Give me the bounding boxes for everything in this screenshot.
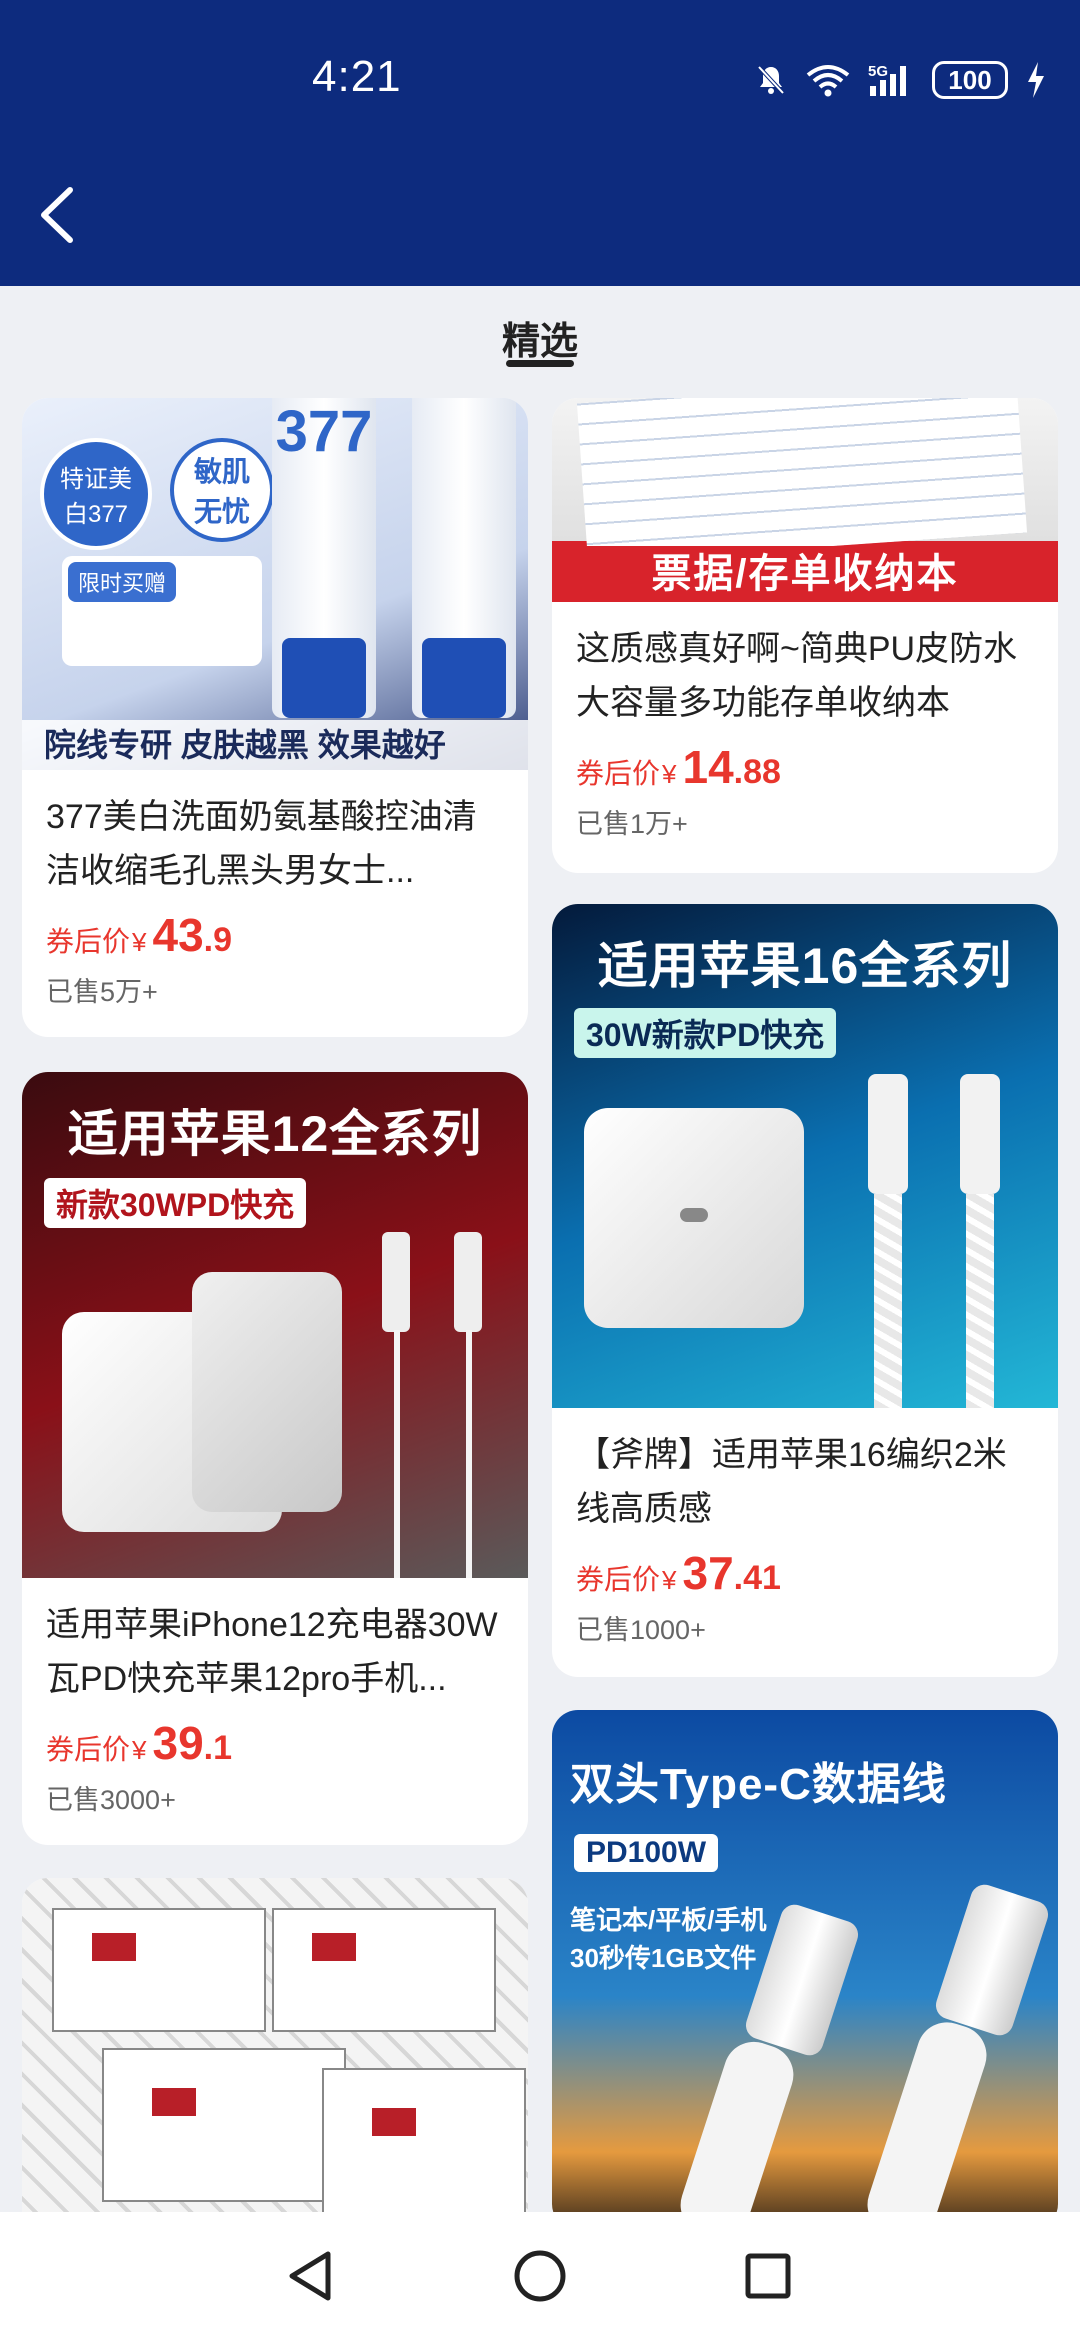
receipt-paper (576, 398, 1028, 564)
product-image: 适用苹果16全系列 30W新款PD快充 (552, 904, 1058, 1408)
product-name: 【斧牌】适用苹果16编织2米线高质感 (576, 1436, 1007, 1528)
image-tag: 30W新款PD快充 (574, 1008, 837, 1058)
sold-count: 已售5万+ (46, 977, 158, 1007)
cable-plug-1 (382, 1232, 410, 1332)
usb-c-plug-2 (932, 1881, 1052, 2039)
top-header: 4:21 5G 100 (0, 0, 1080, 286)
status-icons: 5G 100 (754, 58, 1046, 102)
back-arrow-icon[interactable] (30, 180, 90, 250)
gift-box: 限时买赠 (62, 556, 262, 666)
sold-count: 已售1万+ (576, 809, 688, 839)
badge-sensitive: 敏肌无忧 (170, 438, 274, 542)
product-image: 特证美白377 敏肌无忧 限时买赠 377 院线专研 皮肤越黑 效果越好 (22, 398, 528, 770)
badge-whitening: 特证美白377 (40, 438, 152, 550)
image-line-1: 笔记本/平板/手机 (570, 1905, 767, 1935)
cable-plug-2 (960, 1074, 1000, 1194)
product-name: 这质感真好啊~简典PU皮防水大容量多功能存单收纳本 (576, 630, 1018, 722)
price-decimal: .41 (733, 1559, 781, 1597)
sold-count: 已售3000+ (46, 1785, 176, 1815)
product-info: 【斧牌】适用苹果16编织2米线高质感 券后价 ¥ 37 .41 已售1000+ (552, 1408, 1058, 1677)
price-label: 券后价 (576, 1564, 661, 1595)
image-line-2: 30秒传1GB文件 (570, 1943, 757, 1973)
price-decimal: .9 (203, 921, 233, 959)
charger (584, 1108, 804, 1328)
product-info: 适用苹果iPhone12充电器30W瓦PD快充苹果12pro手机... 券后价 … (22, 1578, 528, 1845)
price-decimal: .88 (733, 753, 781, 791)
price-integer: 39 (152, 1717, 204, 1769)
product-info: 377美白洗面奶氨基酸控油清洁收缩毛孔黑头男女士... 券后价 ¥ 43 .9 … (22, 770, 528, 1037)
product-image (22, 1878, 528, 2212)
tube-left: 377 (272, 398, 376, 718)
cable-plug-2 (454, 1232, 482, 1332)
sold-count: 已售1000+ (576, 1615, 706, 1645)
product-image: 票据/存单收纳本 (552, 398, 1058, 602)
price-row: 券后价 ¥ 43 .9 (46, 908, 504, 962)
price-row: 券后价 ¥ 14 .88 (576, 740, 1034, 794)
price-label: 券后价 (46, 1734, 131, 1765)
nav-recents-icon[interactable] (740, 2246, 796, 2306)
nav-back-icon[interactable] (282, 2246, 338, 2306)
mute-icon (757, 65, 785, 95)
price-row: 券后价 ¥ 39 .1 (46, 1716, 504, 1770)
charging-icon (1028, 62, 1044, 98)
product-image: 适用苹果12全系列 新款30WPD快充 (22, 1072, 528, 1578)
image-banner: 票据/存单收纳本 (552, 546, 1058, 602)
price-row: 券后价 ¥ 37 .41 (576, 1546, 1034, 1600)
price-integer: 43 (152, 909, 204, 961)
tube-right (412, 398, 516, 718)
product-info: 这质感真好啊~简典PU皮防水大容量多功能存单收纳本 券后价 ¥ 14 .88 已… (552, 602, 1058, 873)
status-time: 4:21 (312, 52, 402, 101)
tab-indicator (506, 360, 574, 367)
tube-label: 377 (275, 399, 373, 464)
image-headline: 适用苹果12全系列 (67, 1106, 483, 1162)
product-name: 适用苹果iPhone12充电器30W瓦PD快充苹果12pro手机... (46, 1606, 498, 1698)
price-label: 券后价 (46, 926, 131, 957)
tab-featured[interactable]: 精选 (0, 310, 1080, 365)
image-tag: PD100W (574, 1834, 719, 1872)
cable-plug-1 (868, 1074, 908, 1194)
charger-back (192, 1272, 342, 1512)
product-card[interactable]: 票据/存单收纳本 这质感真好啊~简典PU皮防水大容量多功能存单收纳本 券后价 ¥… (552, 398, 1058, 873)
product-card[interactable]: 特证美白377 敏肌无忧 限时买赠 377 院线专研 皮肤越黑 效果越好 377… (22, 398, 528, 1037)
price-decimal: .1 (203, 1729, 233, 1767)
svg-text:5G: 5G (868, 63, 888, 80)
image-headline: 双头Type-C数据线 (570, 1760, 947, 1809)
currency: ¥ (662, 759, 677, 789)
image-headline: 适用苹果16全系列 (597, 938, 1013, 994)
product-card[interactable]: 双头Type-C数据线 PD100W 笔记本/平板/手机 30秒传1GB文件 (552, 1710, 1058, 2212)
product-feed[interactable]: 特证美白377 敏肌无忧 限时买赠 377 院线专研 皮肤越黑 效果越好 377… (0, 398, 1080, 2212)
wifi-icon (806, 65, 850, 97)
currency: ¥ (132, 1735, 147, 1765)
price-integer: 37 (682, 1547, 734, 1599)
product-card[interactable] (22, 1878, 528, 2212)
nav-home-icon[interactable] (510, 2246, 570, 2306)
product-name: 377美白洗面奶氨基酸控油清洁收缩毛孔黑头男女士... (46, 798, 477, 890)
image-tag: 新款30WPD快充 (44, 1178, 307, 1228)
product-card[interactable]: 适用苹果16全系列 30W新款PD快充 【斧牌】适用苹果16编织2米线高质感 券… (552, 904, 1058, 1677)
gift-tag: 限时买赠 (68, 562, 177, 602)
system-nav-bar (0, 2212, 1080, 2340)
price-label: 券后价 (576, 758, 661, 789)
product-card[interactable]: 适用苹果12全系列 新款30WPD快充 适用苹果iPhone12充电器30W瓦P… (22, 1072, 528, 1845)
product-image: 双头Type-C数据线 PD100W 笔记本/平板/手机 30秒传1GB文件 (552, 1710, 1058, 2212)
signal-icon: 5G (868, 63, 906, 96)
price-integer: 14 (682, 741, 734, 793)
battery-icon: 100 (932, 61, 1008, 99)
currency: ¥ (132, 927, 147, 957)
image-caption: 院线专研 皮肤越黑 效果越好 (22, 720, 528, 770)
currency: ¥ (662, 1565, 677, 1595)
